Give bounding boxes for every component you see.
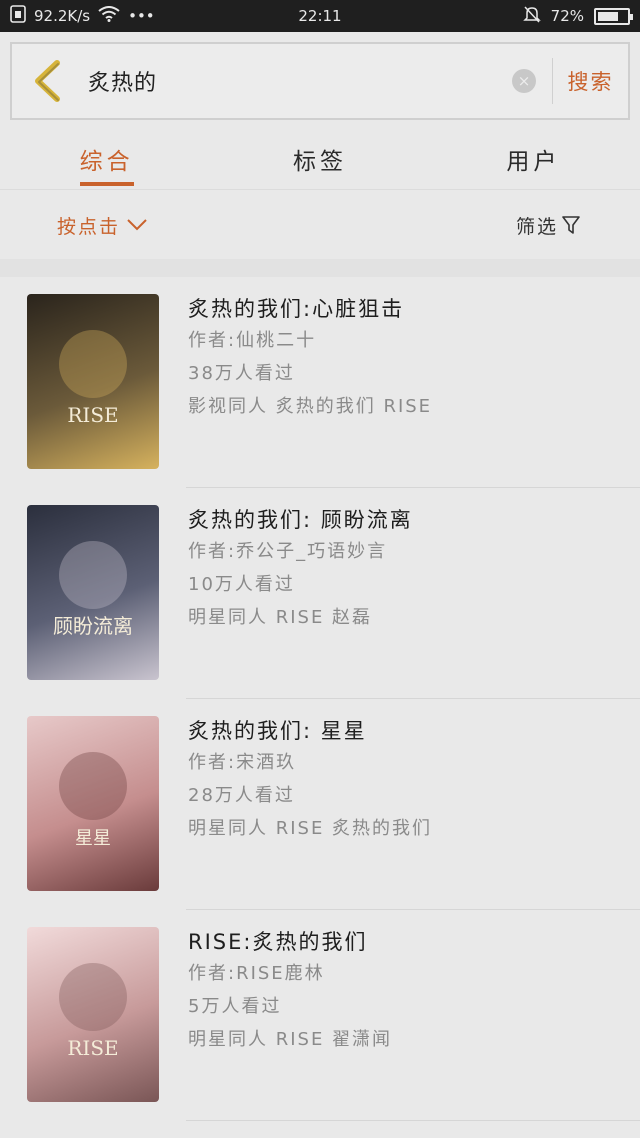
- tab-label: 标签: [292, 149, 347, 175]
- chevron-down-icon: [127, 219, 147, 231]
- book-tags: 明星同人 RISE 赵磊: [188, 607, 373, 628]
- book-item[interactable]: RISE RISE:炙热的我们 作者:RISE鹿林 5万人看过 明星同人 RIS…: [0, 910, 640, 1121]
- more-notifications-icon: •••: [128, 7, 155, 25]
- book-cover[interactable]: RISE: [27, 927, 159, 1102]
- cover-caption: 星星: [75, 828, 111, 849]
- battery-icon: [594, 7, 633, 25]
- cover-artwork: RISE: [59, 963, 127, 1060]
- back-button[interactable]: [12, 44, 82, 118]
- sim-icon: [10, 5, 26, 27]
- cover-artwork: RISE: [59, 330, 127, 427]
- cover-caption: RISE: [67, 1036, 118, 1060]
- book-title: 炙热的我们: 星星: [188, 719, 367, 743]
- cover-caption: 顾盼流离: [53, 614, 133, 638]
- book-views: 28万人看过: [188, 785, 295, 806]
- book-title: RISE:炙热的我们: [188, 930, 368, 954]
- book-title: 炙热的我们:心脏狙击: [188, 297, 405, 321]
- funnel-icon: [562, 216, 580, 234]
- book-list: RISE 炙热的我们:心脏狙击 作者:仙桃二十 38万人看过 影视同人 炙热的我…: [0, 277, 640, 1121]
- book-author: 作者:乔公子_巧语妙言: [188, 541, 388, 562]
- book-item[interactable]: 顾盼流离 炙热的我们: 顾盼流离 作者:乔公子_巧语妙言 10万人看过 明星同人…: [0, 488, 640, 699]
- book-views: 38万人看过: [188, 363, 295, 384]
- cover-figure: [59, 541, 127, 609]
- active-tab-indicator: [80, 182, 134, 186]
- search-bar: 炙热的 × 搜索: [10, 42, 630, 120]
- back-arrow-icon: [35, 60, 60, 102]
- cover-caption: RISE: [67, 403, 118, 427]
- divider: [186, 1120, 640, 1121]
- book-tags: 明星同人 RISE 翟潇闻: [188, 1029, 393, 1050]
- battery-level: [598, 11, 619, 21]
- clear-search-button[interactable]: ×: [512, 69, 536, 93]
- book-tags: 明星同人 RISE 炙热的我们: [188, 818, 433, 839]
- silent-bell-icon: [522, 5, 541, 27]
- book-views: 5万人看过: [188, 996, 282, 1017]
- tab-label: 用户: [506, 149, 561, 175]
- book-author: 作者:RISE鹿林: [188, 963, 325, 984]
- tab-label: 综合: [79, 149, 134, 175]
- cover-artwork: 顾盼流离: [53, 541, 133, 638]
- book-title: 炙热的我们: 顾盼流离: [188, 508, 413, 532]
- book-item[interactable]: 星星 炙热的我们: 星星 作者:宋酒玖 28万人看过 明星同人 RISE 炙热的…: [0, 699, 640, 910]
- filter-label: 筛选: [515, 215, 558, 238]
- cover-figure: [59, 330, 127, 398]
- cover-figure: [59, 752, 127, 820]
- result-tabs: 综合 标签 用户: [0, 128, 640, 190]
- tab-users[interactable]: 用户: [427, 128, 640, 189]
- battery-percent: 72%: [550, 7, 584, 25]
- tab-tags[interactable]: 标签: [213, 128, 426, 189]
- wifi-icon: [98, 6, 120, 26]
- tab-comprehensive[interactable]: 综合: [0, 128, 213, 189]
- sort-dropdown[interactable]: 按点击: [57, 212, 148, 239]
- book-cover[interactable]: 顾盼流离: [27, 505, 159, 680]
- network-speed: 92.2K/s: [34, 7, 91, 25]
- filter-bar: 按点击 筛选: [0, 191, 640, 259]
- book-cover[interactable]: 星星: [27, 716, 159, 891]
- book-author: 作者:宋酒玖: [188, 752, 297, 773]
- book-cover[interactable]: RISE: [27, 294, 159, 469]
- sort-label: 按点击: [57, 215, 121, 238]
- filter-button[interactable]: 筛选: [516, 212, 580, 239]
- book-tags: 影视同人 炙热的我们 RISE: [188, 396, 433, 417]
- search-button[interactable]: 搜索: [553, 66, 628, 96]
- cover-artwork: 星星: [59, 752, 127, 849]
- search-input[interactable]: 炙热的: [82, 65, 512, 97]
- section-gap: [0, 259, 640, 277]
- book-author: 作者:仙桃二十: [188, 330, 317, 351]
- cover-figure: [59, 963, 127, 1031]
- status-bar: 92.2K/s ••• 22:11 72%: [0, 0, 640, 32]
- book-views: 10万人看过: [188, 574, 295, 595]
- book-item[interactable]: RISE 炙热的我们:心脏狙击 作者:仙桃二十 38万人看过 影视同人 炙热的我…: [0, 277, 640, 488]
- clock: 22:11: [298, 7, 342, 25]
